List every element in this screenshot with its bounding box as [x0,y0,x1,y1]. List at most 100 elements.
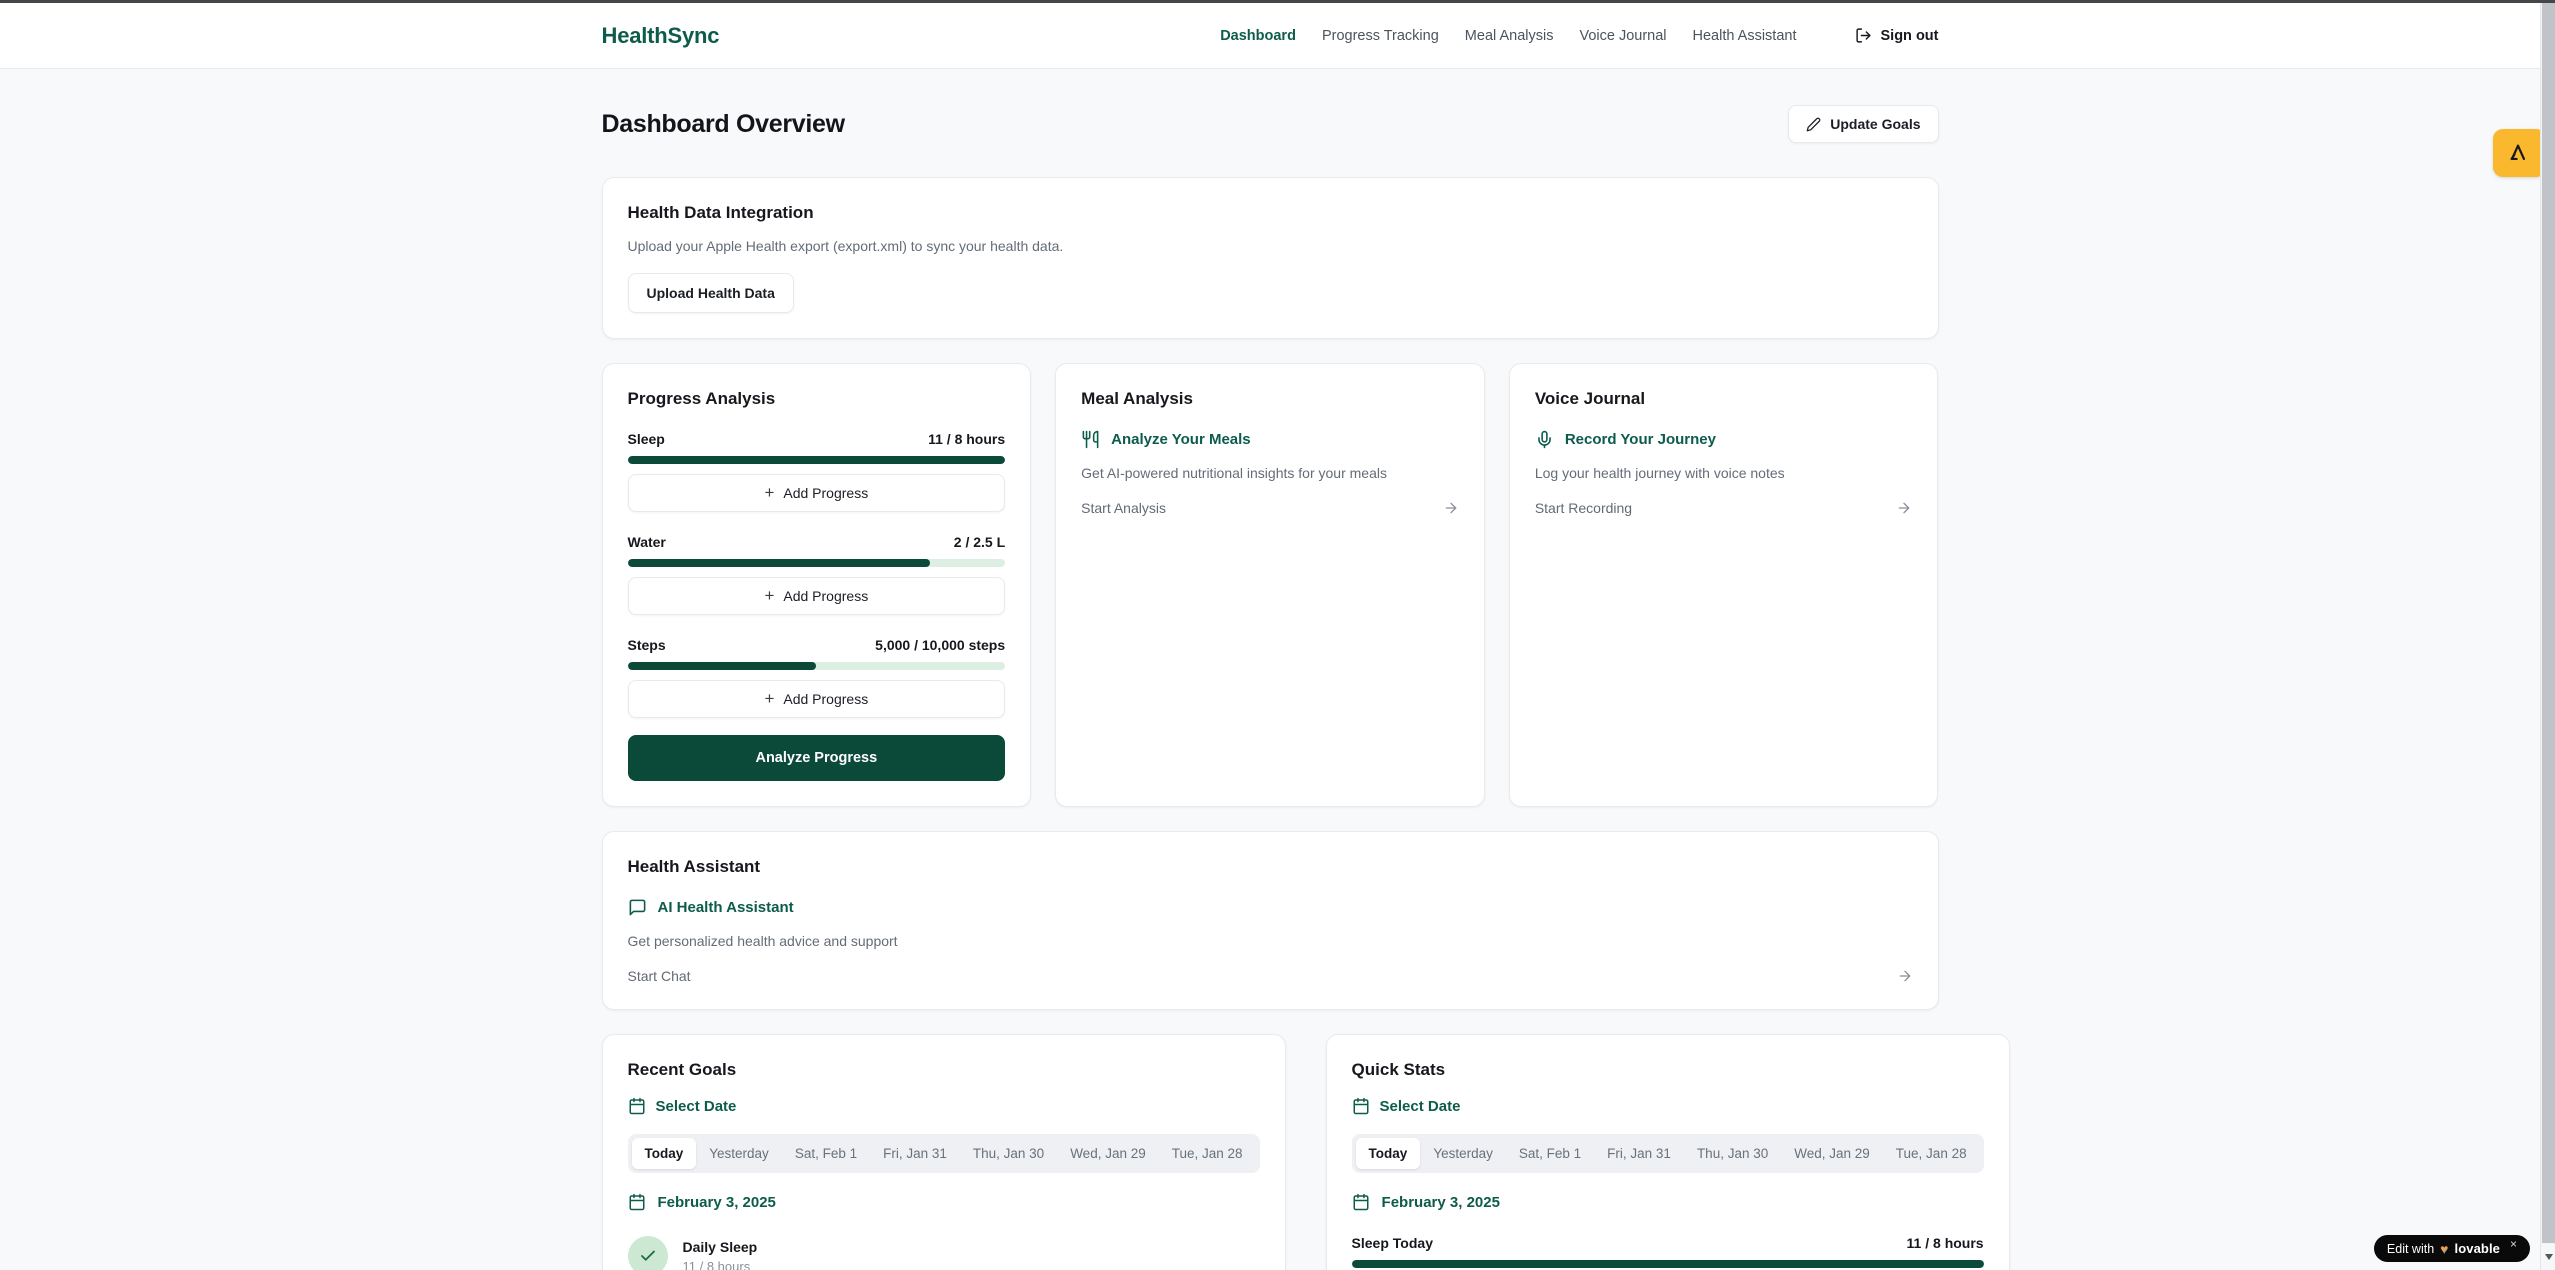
sleep-today-metric: Sleep Today 11 / 8 hours + Add Progress [1352,1235,1984,1270]
recent-goals-title: Recent Goals [628,1060,1260,1080]
metric-value: 5,000 / 10,000 steps [875,637,1005,653]
add-progress-button[interactable]: + Add Progress [628,474,1006,512]
progress-metric: Water 2 / 2.5 L + Add Progress [628,534,1006,615]
metric-label: Water [628,534,666,550]
pencil-icon [1806,117,1821,132]
brand-logo[interactable]: HealthSync [602,23,720,49]
update-goals-label: Update Goals [1830,116,1920,132]
start-recording-label: Start Recording [1535,500,1632,516]
metric-value: 2 / 2.5 L [954,534,1005,550]
date-tab[interactable]: Thu, Jan 30 [960,1138,1057,1169]
record-your-journey-label: Record Your Journey [1565,431,1716,448]
select-date-label: Select Date [1380,1098,1461,1115]
voice-journal-title: Voice Journal [1535,389,1913,409]
top-navbar: HealthSync Dashboard Progress Tracking Mea… [0,0,2540,69]
quick-stats-current-date[interactable]: February 3, 2025 [1352,1193,1984,1211]
plus-icon: + [764,587,774,604]
analyze-your-meals-label: Analyze Your Meals [1111,431,1251,448]
heart-icon: ♥ [2440,1242,2448,1256]
date-tab[interactable]: Yesterday [1420,1138,1506,1169]
sign-out-button[interactable]: Sign out [1855,27,1939,44]
sign-out-icon [1855,27,1872,44]
date-tab[interactable]: Today [632,1138,697,1169]
health-data-integration-card: Health Data Integration Upload your Appl… [602,177,1939,339]
date-tab[interactable]: Wed, Jan 29 [1057,1138,1159,1169]
date-tab[interactable]: Wed, Jan 29 [1781,1138,1883,1169]
scrollbar-down-button[interactable] [2541,1244,2555,1270]
add-progress-button[interactable]: + Add Progress [628,680,1006,718]
quick-stats-title: Quick Stats [1352,1060,1984,1080]
date-tab[interactable]: Fri, Jan 31 [870,1138,960,1169]
date-tab[interactable]: Tue, Jan 28 [1159,1138,1256,1169]
add-progress-button[interactable]: + Add Progress [628,577,1006,615]
page-title: Dashboard Overview [602,110,845,139]
date-tab[interactable]: Sat, Feb 1 [1506,1138,1594,1169]
nav-item[interactable]: Progress Tracking [1322,28,1439,44]
edit-with-lovable-badge[interactable]: Edit with ♥ lovable × [2374,1235,2530,1262]
upload-health-data-button[interactable]: Upload Health Data [628,273,794,313]
recent-goals-current-date[interactable]: February 3, 2025 [628,1193,1260,1211]
start-analysis-label: Start Analysis [1081,500,1166,516]
close-icon[interactable]: × [2510,1237,2517,1251]
add-progress-label: Add Progress [783,691,868,707]
stat-label: Sleep Today [1352,1235,1433,1251]
health-assistant-description: Get personalized health advice and suppo… [628,933,1913,949]
goal-name: Daily Sleep [683,1239,758,1255]
date-tab[interactable]: Fri, Jan 31 [1594,1138,1684,1169]
goal-complete-check-icon [628,1236,668,1270]
start-recording-row[interactable]: Start Recording [1535,500,1913,516]
metric-value: 11 / 8 hours [928,431,1005,447]
update-goals-button[interactable]: Update Goals [1788,105,1938,143]
arrow-right-icon [1443,500,1459,516]
start-analysis-row[interactable]: Start Analysis [1081,500,1459,516]
quick-stats-card: Quick Stats Select Date TodayYesterdaySa… [1326,1034,2010,1270]
date-tab[interactable]: Thu, Jan 30 [1684,1138,1781,1169]
meal-analysis-title: Meal Analysis [1081,389,1459,409]
record-your-journey-link[interactable]: Record Your Journey [1535,430,1913,449]
nav-item[interactable]: Health Assistant [1693,28,1797,44]
voice-journal-description: Log your health journey with voice notes [1535,465,1913,481]
metric-progress-bar [628,559,1006,567]
arrow-right-icon [1896,500,1912,516]
primary-nav: Dashboard Progress Tracking Meal Analysis V… [1220,28,1796,44]
page-scrollbar [2540,3,2555,1270]
quick-stats-select-date[interactable]: Select Date [1352,1097,1984,1115]
arrow-right-icon [1897,968,1913,984]
date-tab[interactable]: Sat, Feb 1 [782,1138,870,1169]
nav-item[interactable]: Meal Analysis [1465,28,1554,44]
scrollbar-thumb[interactable] [2542,3,2555,1243]
hdi-title: Health Data Integration [628,203,1913,223]
progress-metric: Sleep 11 / 8 hours + Add Progress [628,431,1006,512]
microphone-icon [1535,430,1554,449]
add-progress-label: Add Progress [783,485,868,501]
progress-analysis-card: Progress Analysis Sleep 11 / 8 hours + A… [602,363,1032,807]
date-tab[interactable]: Yesterday [696,1138,782,1169]
recent-goals-card: Recent Goals Select Date TodayYesterdayS… [602,1034,1286,1270]
calendar-icon [1352,1193,1370,1211]
nav-item[interactable]: Dashboard [1220,28,1296,44]
nav-item[interactable]: Voice Journal [1579,28,1666,44]
plus-icon: + [764,484,774,501]
edit-with-label: Edit with [2387,1242,2434,1256]
progress-analysis-title: Progress Analysis [628,389,1006,409]
start-chat-label: Start Chat [628,968,691,984]
recent-goals-select-date[interactable]: Select Date [628,1097,1260,1115]
main-content: Dashboard Overview Update Goals Health D… [602,69,1939,1270]
current-date-label: February 3, 2025 [1382,1194,1500,1211]
chevron-down-icon [2545,1254,2553,1260]
select-date-label: Select Date [656,1098,737,1115]
recent-goals-date-tabs: TodayYesterdaySat, Feb 1Fri, Jan 31Thu, … [628,1134,1260,1173]
metric-progress-bar [628,662,1006,670]
date-tab[interactable]: Tue, Jan 28 [1883,1138,1980,1169]
side-panel-badge-button[interactable] [2493,129,2542,177]
sign-out-label: Sign out [1881,28,1939,44]
date-tab[interactable]: Today [1356,1138,1421,1169]
ai-health-assistant-link[interactable]: AI Health Assistant [628,898,1913,917]
chat-bubble-icon [628,898,647,917]
browser-top-strip [0,0,2555,3]
analyze-progress-button[interactable]: Analyze Progress [628,735,1006,781]
ai-health-assistant-label: AI Health Assistant [658,899,794,916]
start-chat-row[interactable]: Start Chat [628,968,1913,984]
analyze-your-meals-link[interactable]: Analyze Your Meals [1081,430,1459,449]
health-assistant-title: Health Assistant [628,857,1913,877]
